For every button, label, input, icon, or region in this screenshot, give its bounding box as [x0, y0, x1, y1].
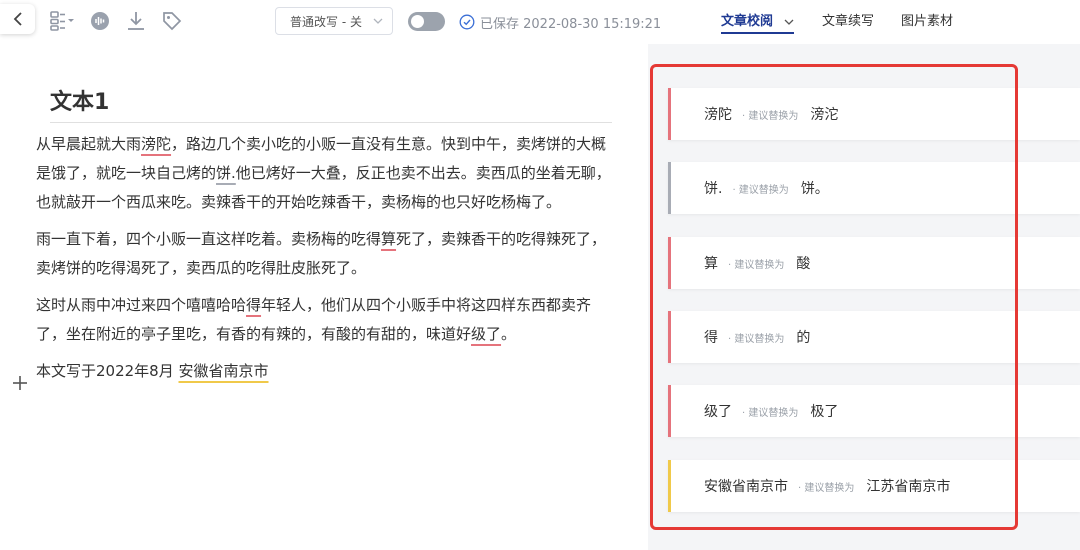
- paragraph[interactable]: 从早晨起就大雨滂陀，路边几个卖小吃的小贩一直没有生意。快到中午，卖烤饼的大概是饿…: [36, 130, 616, 217]
- text-run: 本文写于2022年8月: [36, 362, 179, 380]
- paragraph[interactable]: 这时从雨中冲过来四个嘻嘻哈哈得年轻人，他们从四个小贩手中将这四样东西都卖齐了，坐…: [36, 291, 616, 349]
- highlight-frame: [650, 64, 1018, 530]
- tab-image-assets-label: 图片素材: [901, 14, 954, 29]
- download-icon: [128, 12, 144, 30]
- download-button[interactable]: [125, 10, 147, 32]
- paragraph[interactable]: 雨一直下着，四个小贩一直这样吃着。卖杨梅的吃得算死了，卖辣香干的吃得辣死了，卖烤…: [36, 225, 616, 283]
- paragraph[interactable]: 本文写于2022年8月 安徽省南京市: [36, 357, 616, 386]
- layout-menu-icon: [50, 11, 74, 31]
- audio-button[interactable]: [89, 10, 111, 32]
- rewrite-mode-select[interactable]: 普通改写 - 关: [275, 7, 393, 35]
- chevron-down-icon: [373, 18, 383, 24]
- back-arrow-icon: [13, 12, 22, 26]
- save-status: 已保存 2022-08-30 15:19:21: [459, 13, 662, 32]
- text-run: 这时从雨中冲过来四个嘻嘻哈哈: [36, 296, 247, 314]
- document-title[interactable]: 文本1: [50, 84, 612, 123]
- toolbar: 普通改写 - 关 已保存 2022-08-30 15:19:21 文章校阅 文章…: [0, 0, 1080, 44]
- plus-icon: [13, 376, 27, 390]
- back-button[interactable]: [0, 4, 35, 34]
- tab-proofread[interactable]: 文章校阅: [721, 10, 794, 34]
- text-run: 。: [501, 325, 517, 343]
- document-editor[interactable]: 文本1 从早晨起就大雨滂陀，路边几个卖小吃的小贩一直没有生意。快到中午，卖烤饼的…: [0, 44, 648, 550]
- error-mark[interactable]: 滂陀: [141, 135, 171, 153]
- error-mark[interactable]: 算: [381, 230, 396, 248]
- document-body[interactable]: 从早晨起就大雨滂陀，路边几个卖小吃的小贩一直没有生意。快到中午，卖烤饼的大概是饿…: [36, 130, 616, 394]
- error-mark[interactable]: 得: [246, 296, 261, 314]
- tab-continue-writing[interactable]: 文章续写: [822, 10, 874, 29]
- audio-icon: [91, 12, 109, 30]
- error-mark[interactable]: 饼.: [216, 164, 236, 182]
- tab-continue-writing-label: 文章续写: [822, 14, 875, 29]
- save-status-text: 已保存 2022-08-30 15:19:21: [480, 16, 662, 32]
- chevron-down-icon: [784, 19, 794, 25]
- add-block-button[interactable]: [12, 372, 28, 397]
- tag-icon: [163, 12, 182, 31]
- text-run: 雨一直下着，四个小贩一直这样吃着。卖杨梅的吃得: [36, 230, 382, 248]
- text-run: 从早晨起就大雨: [36, 135, 142, 153]
- rewrite-toggle[interactable]: [408, 12, 445, 31]
- tab-proofread-label: 文章校阅: [721, 14, 774, 29]
- error-mark[interactable]: 级了: [471, 325, 501, 343]
- rewrite-mode-label: 普通改写 - 关: [290, 14, 362, 29]
- tag-button[interactable]: [161, 10, 183, 32]
- error-mark[interactable]: 安徽省南京市: [179, 362, 269, 380]
- layout-menu-button[interactable]: [50, 10, 76, 32]
- tab-image-assets[interactable]: 图片素材: [901, 10, 953, 29]
- check-circle-icon: [459, 14, 475, 30]
- toggle-knob: [411, 15, 424, 28]
